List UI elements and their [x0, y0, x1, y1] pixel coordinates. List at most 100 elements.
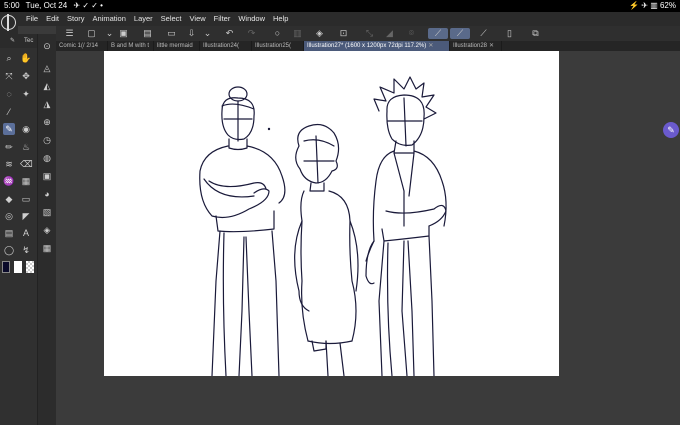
- menu-filter[interactable]: Filter: [214, 12, 231, 26]
- clock: 5:00: [4, 1, 20, 10]
- ruler-icon[interactable]: ◤: [20, 210, 32, 222]
- date: Tue, Oct 24: [25, 1, 68, 10]
- gradient-icon[interactable]: ▭: [20, 193, 32, 205]
- sub-tool-3-icon[interactable]: ◮: [41, 98, 53, 110]
- sub-tool-palette: ⊙ ◬ ◭ ◮ ⊕ ◷ ◍ ▣ ◕ ▧ ◈ ▦: [37, 34, 56, 425]
- sub-tool-2-icon[interactable]: ◭: [41, 80, 53, 92]
- new-file-icon[interactable]: ▢: [86, 28, 97, 39]
- close-tab-icon-2[interactable]: ✕: [489, 43, 494, 49]
- text-icon[interactable]: A: [20, 227, 32, 239]
- open-folder-icon[interactable]: ▭: [166, 28, 177, 39]
- figure-middle: [294, 123, 359, 376]
- menu-select[interactable]: Select: [161, 12, 182, 26]
- battery-level: 62%: [659, 1, 676, 10]
- lineart-drawing: [199, 76, 447, 376]
- figure-icon[interactable]: ◎: [3, 210, 15, 222]
- eraser-icon[interactable]: ⌫: [20, 158, 33, 170]
- show-selection-icon[interactable]: ⌾: [406, 28, 417, 39]
- transform-icon[interactable]: ⊡: [338, 28, 349, 39]
- menu-items: File Edit Story Animation Layer Select V…: [26, 12, 296, 26]
- sub-tool-7-icon[interactable]: ▣: [41, 170, 53, 182]
- tool-panel-label: Tec: [24, 38, 34, 44]
- sub-tool-5-icon[interactable]: ◷: [41, 134, 53, 146]
- import-icon[interactable]: ⇩: [186, 28, 197, 39]
- operation-icon[interactable]: ⤧: [3, 70, 15, 82]
- panel-icon[interactable]: ▤: [3, 227, 15, 239]
- frame-icon[interactable]: ▦: [20, 175, 32, 187]
- eyedropper-icon[interactable]: ⁄: [3, 106, 15, 118]
- move-icon[interactable]: ✥: [20, 70, 32, 82]
- lasso-icon[interactable]: ◌: [3, 88, 15, 100]
- menu-view[interactable]: View: [190, 12, 206, 26]
- menu-animation[interactable]: Animation: [93, 12, 126, 26]
- hamburger-menu-icon[interactable]: ☰: [64, 28, 75, 39]
- drawing-canvas[interactable]: [104, 51, 559, 376]
- sub-tool-4-icon[interactable]: ⊕: [41, 116, 53, 128]
- fill-icon[interactable]: ◆: [3, 193, 15, 205]
- menu-edit[interactable]: Edit: [46, 12, 59, 26]
- menu-layer[interactable]: Layer: [134, 12, 153, 26]
- chevron-down-icon-2[interactable]: ⌄: [202, 28, 213, 39]
- app-logo-icon[interactable]: [0, 12, 18, 34]
- menu-story[interactable]: Story: [67, 12, 85, 26]
- status-icons: ⚡ ✈ ▥: [629, 1, 658, 10]
- menu-bar: File Edit Story Animation Layer Select V…: [0, 12, 680, 26]
- undo-icon[interactable]: ↶: [224, 28, 235, 39]
- notification-icons: ✈ ✓ ✓ •: [73, 1, 103, 10]
- snap-to-grid-icon[interactable]: ⟋: [478, 28, 489, 39]
- fill-command-icon[interactable]: ◈: [314, 28, 325, 39]
- sub-tool-6-icon[interactable]: ◍: [41, 152, 53, 164]
- snap-to-special-ruler-icon[interactable]: ⟋: [450, 28, 470, 39]
- menu-window[interactable]: Window: [238, 12, 265, 26]
- tab-illustration24[interactable]: Illustration24(: [200, 41, 252, 51]
- blend-icon[interactable]: ♒: [3, 175, 15, 187]
- companion-mode-icon[interactable]: ⧉: [530, 28, 541, 39]
- transparent-color-swatch[interactable]: [26, 261, 34, 273]
- clear-outside-icon[interactable]: ▥: [292, 28, 303, 39]
- brush-size-icon[interactable]: ✎: [10, 37, 15, 44]
- brush-icon[interactable]: ◉: [20, 123, 32, 135]
- sub-tool-1-icon[interactable]: ◬: [41, 62, 53, 74]
- system-status-bar: 5:00 Tue, Oct 24 ✈ ✓ ✓ • ⚡ ✈ ▥ 62%: [0, 0, 680, 12]
- deselect-icon[interactable]: ⤡: [364, 28, 375, 39]
- sub-color-swatch[interactable]: [14, 261, 22, 273]
- menu-help[interactable]: Help: [273, 12, 288, 26]
- hand-icon[interactable]: ✋: [20, 52, 32, 64]
- sub-tool-8-icon[interactable]: ◕: [41, 188, 53, 200]
- close-tab-icon[interactable]: ✕: [428, 43, 433, 49]
- main-color-swatch[interactable]: [2, 261, 10, 273]
- tab-comic[interactable]: Comic 1(/ 2/14: [56, 41, 108, 51]
- pencil-icon[interactable]: ✏: [3, 141, 15, 153]
- decoration-icon[interactable]: ≋: [3, 158, 15, 170]
- invert-selection-icon[interactable]: ◢: [384, 28, 395, 39]
- magic-wand-icon[interactable]: ✦: [20, 88, 32, 100]
- command-bar: ☰ ▢ ⌄ ▣ ▤ ▭ ⇩ ⌄ ↶ ↷ ○ ▥ ◈ ⊡ ⤡ ◢ ⌾ ⟋ ⟋ ⟋ …: [56, 26, 680, 41]
- canvas-workspace[interactable]: [56, 51, 680, 425]
- zoom-icon[interactable]: ⌕: [3, 52, 15, 64]
- edit-floating-button[interactable]: ✎: [663, 122, 679, 138]
- tab-illustration28[interactable]: Illustration28 ✕: [450, 41, 502, 51]
- gallery-icon[interactable]: ▣: [118, 28, 129, 39]
- sub-tool-search-icon[interactable]: ⊙: [41, 40, 53, 52]
- tab-little-mermaid[interactable]: little mermaid: [154, 41, 200, 51]
- document-tabs: Comic 1(/ 2/14 B and M with t little mer…: [56, 41, 680, 51]
- sub-tool-10-icon[interactable]: ◈: [41, 224, 53, 236]
- figure-right: [365, 76, 447, 376]
- chevron-down-icon[interactable]: ⌄: [104, 28, 115, 39]
- correct-line-icon[interactable]: ↯: [20, 244, 32, 256]
- save-icon[interactable]: ▤: [142, 28, 153, 39]
- airbrush-icon[interactable]: ♨: [20, 141, 32, 153]
- smartphone-icon[interactable]: ▯: [504, 28, 515, 39]
- sub-tool-9-icon[interactable]: ▧: [41, 206, 53, 218]
- tab-b-and-m[interactable]: B and M with t: [108, 41, 154, 51]
- tab-illustration25[interactable]: Illustration25(: [252, 41, 304, 51]
- balloon-icon[interactable]: ◯: [3, 244, 15, 256]
- clear-icon[interactable]: ○: [272, 28, 283, 39]
- menu-file[interactable]: File: [26, 12, 38, 26]
- sub-tool-11-icon[interactable]: ▦: [41, 242, 53, 254]
- tab-illustration27[interactable]: Illustration27* (1600 x 1200px 72dpi 117…: [304, 41, 450, 51]
- pen-icon[interactable]: ✎: [3, 123, 15, 135]
- figure-left: [199, 86, 286, 376]
- redo-icon[interactable]: ↷: [246, 28, 257, 39]
- snap-to-ruler-icon[interactable]: ⟋: [428, 28, 448, 39]
